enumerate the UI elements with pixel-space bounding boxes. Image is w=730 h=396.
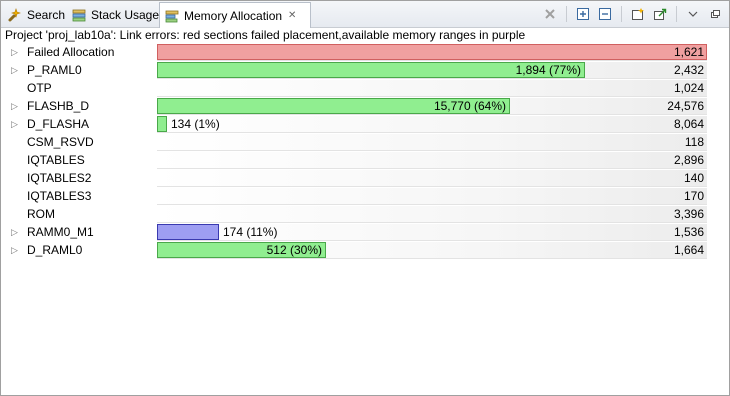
usage-bar-label: 512 (30%) — [266, 243, 322, 257]
memory-region-name: Failed Allocation — [27, 45, 115, 59]
tree-row[interactable]: IQTABLES3 170 — [1, 187, 729, 205]
region-total-size: 170 — [683, 189, 704, 203]
region-total-size: 2,896 — [673, 153, 704, 167]
expand-arrow-icon[interactable]: ▷ — [11, 115, 21, 133]
memory-allocation-icon — [164, 8, 180, 24]
memory-region-name: RAMM0_M1 — [27, 225, 94, 239]
tree-row[interactable]: ▷ RAMM0_M1 174 (11%) 1,536 — [1, 223, 729, 241]
stack-usage-icon — [71, 7, 87, 23]
usage-bar-cell: 1,894 (77%) 2,432 — [157, 62, 707, 79]
region-total-size: 1,536 — [673, 225, 704, 239]
tab-stack-usage[interactable]: Stack Usage — [67, 3, 165, 27]
close-icon[interactable]: ✕ — [288, 10, 296, 21]
region-total-size: 1,664 — [673, 243, 704, 257]
tree-row[interactable]: ROM 3,396 — [1, 205, 729, 223]
minimize-icon[interactable] — [707, 6, 723, 22]
memory-region-name: IQTABLES3 — [27, 189, 92, 203]
region-total-size: 118 — [684, 135, 704, 149]
usage-bar-cell: 1,621 — [157, 44, 707, 61]
tab-memory-allocation[interactable]: Memory Allocation ✕ — [159, 2, 311, 28]
memory-region-name: OTP — [27, 81, 52, 95]
export-icon[interactable] — [652, 6, 668, 22]
tree-row[interactable]: ▷ Failed Allocation 1,621 — [1, 43, 729, 61]
usage-bar-cell: 118 — [157, 134, 707, 151]
memory-region-name: ROM — [27, 207, 55, 221]
usage-bar-label: 174 (11%) — [223, 225, 278, 239]
region-total-size: 140 — [683, 171, 704, 185]
collapse-all-icon[interactable] — [597, 6, 613, 22]
expand-arrow-icon[interactable]: ▷ — [11, 61, 21, 79]
memory-region-name: D_RAML0 — [27, 243, 83, 257]
view-toolbar — [542, 5, 723, 23]
usage-bar-label: 15,770 (64%) — [433, 99, 506, 113]
memory-allocation-view: Search Stack Usage Memory Allocation ✕ P… — [0, 0, 730, 396]
usage-bar-fill — [157, 44, 707, 60]
tree-row[interactable]: IQTABLES2 140 — [1, 169, 729, 187]
memory-region-name: IQTABLES2 — [27, 171, 92, 185]
tree-row[interactable]: CSM_RSVD 118 — [1, 133, 729, 151]
tree-row[interactable]: ▷ D_RAML0 512 (30%) 1,664 — [1, 241, 729, 259]
tab-label: Search — [27, 8, 66, 22]
region-total-size: 3,396 — [673, 207, 704, 221]
usage-bar-cell: 2,896 — [157, 152, 707, 169]
tree-row[interactable]: ▷ D_FLASHA 134 (1%) 8,064 — [1, 115, 729, 133]
usage-bar-fill — [157, 224, 219, 240]
memory-region-name: FLASHB_D — [27, 99, 90, 113]
region-total-size: 8,064 — [673, 117, 704, 131]
toolbar-separator — [676, 6, 677, 22]
memory-tree: ▷ Failed Allocation 1,621 ▷ P_RAML0 1,894 (77… — [1, 43, 729, 259]
region-total-size: 24,576 — [667, 99, 704, 113]
usage-bar-label: 1,894 (77%) — [515, 63, 581, 77]
view-menu-icon[interactable] — [685, 6, 701, 22]
usage-bar-cell: 1,024 — [157, 80, 707, 97]
search-icon — [7, 7, 23, 23]
usage-bar-cell: 140 — [157, 170, 707, 187]
tree-row[interactable]: ▷ FLASHB_D 15,770 (64%) 24,576 — [1, 97, 729, 115]
usage-bar-cell: 3,396 — [157, 206, 707, 223]
new-window-icon[interactable] — [630, 6, 646, 22]
region-total-size: 1,024 — [673, 81, 704, 95]
usage-bar-cell: 170 — [157, 188, 707, 205]
usage-bar-fill — [157, 116, 167, 132]
region-total-size: 1,621 — [673, 45, 704, 59]
tree-row[interactable]: ▷ P_RAML0 1,894 (77%) 2,432 — [1, 61, 729, 79]
toolbar-separator — [566, 6, 567, 22]
remove-all-icon[interactable] — [542, 6, 558, 22]
region-total-size: 2,432 — [673, 63, 704, 77]
usage-bar-cell: 134 (1%) 8,064 — [157, 116, 707, 133]
tab-search[interactable]: Search — [3, 3, 71, 27]
memory-region-name: IQTABLES — [27, 153, 85, 167]
tab-bar: Search Stack Usage Memory Allocation ✕ — [1, 1, 729, 28]
expand-arrow-icon[interactable]: ▷ — [11, 43, 21, 61]
usage-bar-cell: 512 (30%) 1,664 — [157, 242, 707, 259]
expand-all-icon[interactable] — [575, 6, 591, 22]
expand-arrow-icon[interactable]: ▷ — [11, 97, 21, 115]
expand-arrow-icon[interactable]: ▷ — [11, 241, 21, 259]
toolbar-separator — [621, 6, 622, 22]
memory-region-name: CSM_RSVD — [27, 135, 94, 149]
tree-row[interactable]: IQTABLES 2,896 — [1, 151, 729, 169]
usage-bar-label: 134 (1%) — [171, 117, 220, 131]
usage-bar-cell: 15,770 (64%) 24,576 — [157, 98, 707, 115]
tree-row[interactable]: OTP 1,024 — [1, 79, 729, 97]
usage-bar-cell: 174 (11%) 1,536 — [157, 224, 707, 241]
status-message: Project 'proj_lab10a': Link errors: red … — [5, 28, 526, 42]
memory-region-name: D_FLASHA — [27, 117, 90, 131]
memory-region-name: P_RAML0 — [27, 63, 82, 77]
tab-label: Stack Usage — [91, 8, 160, 22]
expand-arrow-icon[interactable]: ▷ — [11, 223, 21, 241]
tab-label: Memory Allocation — [184, 8, 283, 23]
